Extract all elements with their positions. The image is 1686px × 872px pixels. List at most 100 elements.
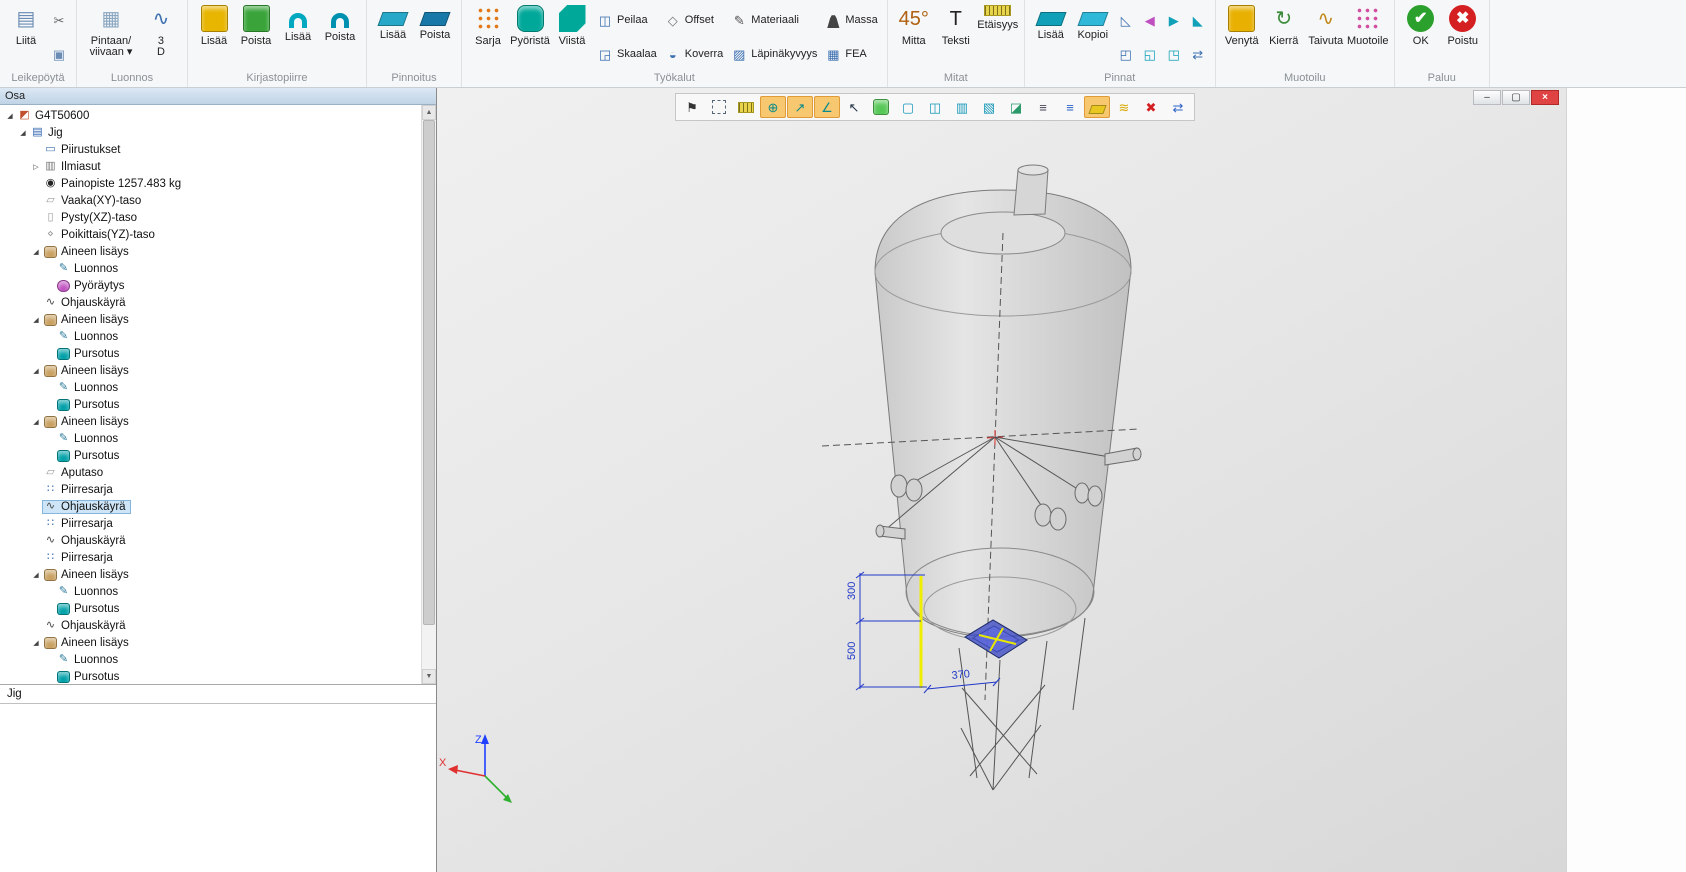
tree-item[interactable]: ∿Ohjauskäyrä <box>0 532 421 549</box>
surface-mode-button[interactable] <box>1084 96 1110 118</box>
library-add-button[interactable]: Lisää <box>194 3 234 49</box>
tree-item[interactable]: ◢▤Jig <box>0 124 421 141</box>
chamfer-button[interactable]: Viistä <box>552 3 592 49</box>
tree-item[interactable]: Pursotus <box>0 668 421 684</box>
tree-item[interactable]: ◢Aineen lisäys <box>0 311 421 328</box>
tree-item[interactable]: ◢Aineen lisäys <box>0 566 421 583</box>
scrollbar-thumb[interactable] <box>423 120 435 625</box>
tree-item[interactable]: ▱Aputaso <box>0 464 421 481</box>
feature-list-button[interactable]: ≡ <box>1030 96 1056 118</box>
coating-remove-button[interactable]: Poista <box>415 3 455 43</box>
tree-item[interactable]: ◢Aineen lisäys <box>0 243 421 260</box>
feature-tree[interactable]: ◢◩G4T50600◢▤Jig▭Piirustukset▷▥Ilmiasut◉P… <box>0 105 421 684</box>
surface-add-button[interactable]: Lisää <box>1031 3 1071 43</box>
series-button[interactable]: Sarja <box>468 3 508 49</box>
box-view-button[interactable]: ▧ <box>976 96 1002 118</box>
fea-button[interactable]: ▦FEA <box>822 37 880 71</box>
tree-item[interactable]: ◢Aineen lisäys <box>0 362 421 379</box>
mass-button[interactable]: Massa <box>822 3 880 37</box>
tree-item[interactable]: ◢Aineen lisäys <box>0 413 421 430</box>
tree-item[interactable]: ✎Luonnos <box>0 583 421 600</box>
mirror-button[interactable]: ◫Peilaa <box>594 3 660 37</box>
bend-button[interactable]: ∿Taivuta <box>1306 3 1346 49</box>
tree-item[interactable]: Pursotus <box>0 396 421 413</box>
snap-angle-button[interactable]: ∠ <box>814 96 840 118</box>
section-view-button[interactable]: ◪ <box>1003 96 1029 118</box>
expander-expanded-icon[interactable]: ◢ <box>30 316 42 324</box>
surface-extend-button[interactable]: ◣ <box>1187 3 1209 37</box>
cut-button[interactable]: ✂ <box>48 3 70 37</box>
tree-item[interactable]: ∿Ohjauskäyrä <box>0 294 421 311</box>
scale-button[interactable]: ◲Skaalaa <box>594 37 660 71</box>
surface-delete-button[interactable]: ◀ <box>1139 3 1161 37</box>
text-button[interactable]: TTeksti <box>936 3 976 49</box>
surface-copy-button[interactable]: Kopioi <box>1073 3 1113 43</box>
tree-item[interactable]: ▱Vaaka(XY)-taso <box>0 192 421 209</box>
tree-item[interactable]: ∿Ohjauskäyrä <box>0 617 421 634</box>
tree-item[interactable]: ◉Painopiste 1257.483 kg <box>0 175 421 192</box>
stretch-button[interactable]: Venytä <box>1222 3 1262 49</box>
pin-button[interactable]: ⚑ <box>679 96 705 118</box>
scrollbar-track[interactable] <box>422 120 436 669</box>
tree-item[interactable]: Pyöräytys <box>0 277 421 294</box>
copy-button[interactable]: ▣ <box>48 37 70 71</box>
paste-button[interactable]: ▤Liitä <box>6 3 46 49</box>
tree-item[interactable]: ▭Piirustukset <box>0 141 421 158</box>
tree-item[interactable]: Pursotus <box>0 447 421 464</box>
minimize-button[interactable]: – <box>1473 90 1501 105</box>
tree-item[interactable]: Pursotus <box>0 600 421 617</box>
snap-center-button[interactable]: ⊕ <box>760 96 786 118</box>
wireframe-view-button[interactable]: ▢ <box>895 96 921 118</box>
ok-button[interactable]: ✔OK <box>1401 3 1441 49</box>
distance-button[interactable]: Etäisyys <box>978 3 1018 33</box>
twist-button[interactable]: ↻Kierrä <box>1264 3 1304 49</box>
tree-item[interactable]: ∷Piirresarja <box>0 481 421 498</box>
tree-item[interactable]: ✎Luonnos <box>0 430 421 447</box>
3d-scene[interactable]: 300 500 370 Z X <box>437 88 1565 872</box>
expander-expanded-icon[interactable]: ◢ <box>4 112 16 120</box>
feature-remove-button[interactable]: Poista <box>320 3 360 45</box>
layers-button[interactable]: ≡ <box>1057 96 1083 118</box>
tree-item[interactable]: ∷Piirresarja <box>0 515 421 532</box>
deform-button[interactable]: Muotoile <box>1348 3 1388 49</box>
surface-pick-button[interactable]: ◺ <box>1115 3 1137 37</box>
close-button[interactable]: × <box>1531 90 1559 105</box>
tree-item[interactable]: ∿Ohjauskäyrä <box>0 498 421 515</box>
fit-view-button[interactable] <box>706 96 732 118</box>
tree-item[interactable]: ◢Aineen lisäys <box>0 634 421 651</box>
tree-item[interactable]: ∷Piirresarja <box>0 549 421 566</box>
expander-expanded-icon[interactable]: ◢ <box>30 639 42 647</box>
scroll-down-button[interactable]: ▼ <box>422 669 436 684</box>
material-button[interactable]: ✎Materiaali <box>728 3 820 37</box>
shell-button[interactable]: ◒Koverra <box>662 37 727 71</box>
dimension-button[interactable]: 45°Mitta <box>894 3 934 49</box>
exit-button[interactable]: ✖Poistu <box>1443 3 1483 49</box>
tree-item[interactable]: Pursotus <box>0 345 421 362</box>
tree-item[interactable]: ✎Luonnos <box>0 651 421 668</box>
layer-stack-button[interactable]: ≋ <box>1111 96 1137 118</box>
tree-scrollbar[interactable]: ▲ ▼ <box>421 105 436 684</box>
expander-expanded-icon[interactable]: ◢ <box>17 129 29 137</box>
shaded-view-button[interactable] <box>868 96 894 118</box>
tree-item[interactable]: ✎Luonnos <box>0 328 421 345</box>
expander-expanded-icon[interactable]: ◢ <box>30 418 42 426</box>
tree-item[interactable]: ▷▥Ilmiasut <box>0 158 421 175</box>
measure-button[interactable] <box>733 96 759 118</box>
scroll-up-button[interactable]: ▲ <box>422 105 436 120</box>
surface-swap-button[interactable]: ▶ <box>1163 3 1185 37</box>
coating-add-button[interactable]: Lisää <box>373 3 413 43</box>
surface-flip-button[interactable]: ⇄ <box>1187 37 1209 71</box>
surface-knit-button[interactable]: ◳ <box>1163 37 1185 71</box>
sketch-3d-button[interactable]: ∿3 D <box>141 3 181 60</box>
tree-item[interactable]: ◢◩G4T50600 <box>0 107 421 124</box>
expander-collapsed-icon[interactable]: ▷ <box>30 163 42 171</box>
library-remove-button[interactable]: Poista <box>236 3 276 49</box>
tree-item[interactable]: ▯Pysty(XZ)-taso <box>0 209 421 226</box>
delete-button[interactable]: ✖ <box>1138 96 1164 118</box>
3d-viewport[interactable]: 300 500 370 Z X ⚑⊕↗∠↖▢◫▥▧◪≡≡≋✖⇄ –▢× <box>437 88 1566 872</box>
flat-view-button[interactable]: ▥ <box>949 96 975 118</box>
surface-trim-button[interactable]: ◱ <box>1139 37 1161 71</box>
transfer-button[interactable]: ⇄ <box>1165 96 1191 118</box>
tree-item[interactable]: ⋄Poikittais(YZ)-taso <box>0 226 421 243</box>
hidden-line-view-button[interactable]: ◫ <box>922 96 948 118</box>
